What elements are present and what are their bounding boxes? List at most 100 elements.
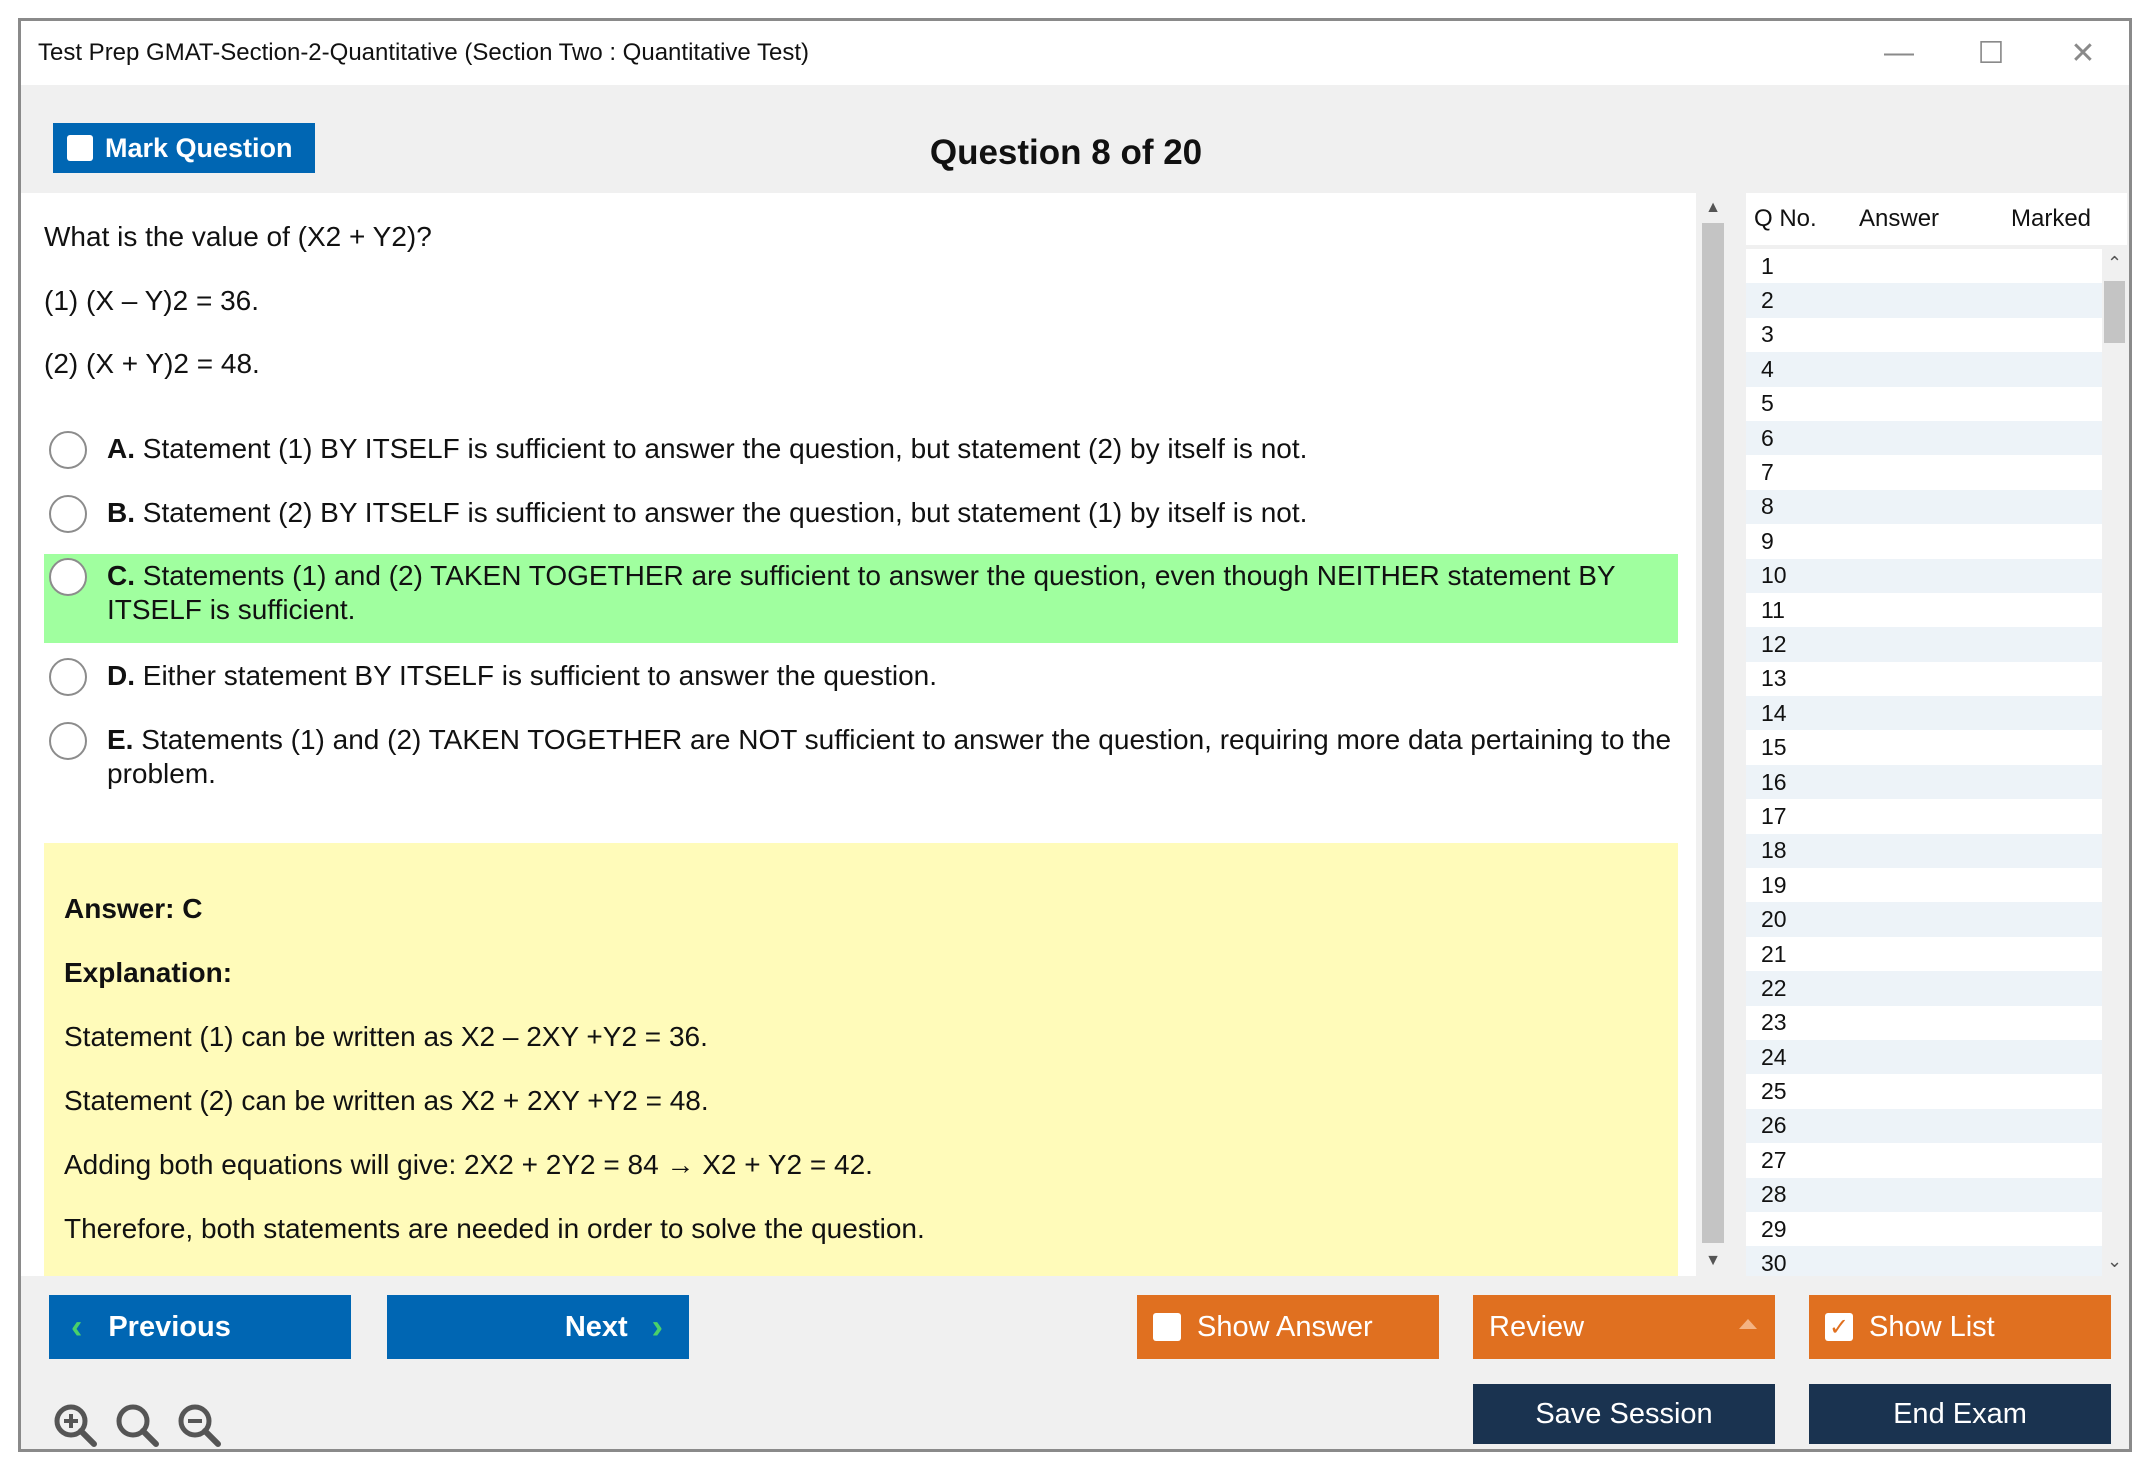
question-list-row[interactable]: 21 xyxy=(1746,937,2102,971)
question-list-row[interactable]: 11 xyxy=(1746,593,2102,627)
save-session-button[interactable]: Save Session xyxy=(1473,1384,1775,1444)
answer-explanation-box: Answer: C Explanation: Statement (1) can… xyxy=(44,843,1678,1276)
question-list-row[interactable]: 18 xyxy=(1746,833,2102,869)
question-list-row[interactable]: 5 xyxy=(1746,387,2102,421)
column-header-qno[interactable]: Q No. xyxy=(1754,205,1817,233)
option-d-radio[interactable] xyxy=(49,658,87,696)
option-e-radio[interactable] xyxy=(49,722,87,760)
question-number: 7 xyxy=(1761,459,1774,486)
question-list-row[interactable]: 6 xyxy=(1746,420,2102,456)
chevron-left-icon: ‹ xyxy=(71,1307,83,1346)
show-answer-button[interactable]: Show Answer xyxy=(1137,1295,1439,1359)
option-b-radio[interactable] xyxy=(49,495,87,533)
option-c-radio[interactable] xyxy=(49,558,87,596)
review-button[interactable]: Review xyxy=(1473,1295,1775,1359)
explanation-line: Therefore, both statements are needed in… xyxy=(64,1213,925,1244)
show-list-checkbox-checked-icon[interactable]: ✓ xyxy=(1825,1313,1853,1341)
question-number: 25 xyxy=(1761,1078,1787,1105)
question-number: 30 xyxy=(1761,1250,1787,1276)
option-a[interactable]: A. Statement (1) BY ITSELF is sufficient… xyxy=(44,429,1678,481)
explanation-line: Adding both equations will give: 2X2 + 2… xyxy=(64,1149,873,1180)
question-list-row[interactable]: 4 xyxy=(1746,352,2102,387)
question-number: 24 xyxy=(1761,1043,1787,1070)
question-list-row[interactable]: 8 xyxy=(1746,489,2102,525)
maximize-button[interactable]: ☐ xyxy=(1945,21,2037,85)
review-label: Review xyxy=(1489,1310,1585,1343)
question-list-row[interactable]: 3 xyxy=(1746,318,2102,352)
question-list-row[interactable]: 26 xyxy=(1746,1108,2102,1144)
show-answer-checkbox[interactable] xyxy=(1153,1313,1181,1341)
question-list-row[interactable]: 16 xyxy=(1746,764,2102,800)
question-list-scrollbar[interactable]: ⌃ ⌄ xyxy=(2102,249,2127,1276)
scrollbar-thumb[interactable] xyxy=(1702,223,1724,1243)
chevron-up-icon[interactable]: ⌃ xyxy=(2102,253,2127,274)
question-list-row[interactable]: 25 xyxy=(1746,1074,2102,1108)
show-list-button[interactable]: ✓ Show List xyxy=(1809,1295,2111,1359)
option-a-text: A. Statement (1) BY ITSELF is sufficient… xyxy=(107,433,1308,464)
question-list-row[interactable]: 24 xyxy=(1746,1039,2102,1075)
question-number: 12 xyxy=(1761,630,1787,657)
question-list-row[interactable]: 14 xyxy=(1746,696,2102,731)
question-panel: What is the value of (X2 + Y2)? (1) (X –… xyxy=(21,193,1696,1276)
question-list-row[interactable]: 12 xyxy=(1746,627,2102,662)
question-list-row[interactable]: 20 xyxy=(1746,902,2102,937)
question-number: 6 xyxy=(1761,424,1774,451)
question-list-panel: Q No. Answer Marked 1 2 3 4 5 6 7 8 9 10 11 12 13 14 1… xyxy=(1730,193,2129,1276)
title-bar: Test Prep GMAT-Section-2-Quantitative (S… xyxy=(21,21,2129,85)
question-number: 19 xyxy=(1761,871,1787,898)
question-list-row[interactable]: 15 xyxy=(1746,730,2102,764)
app-window: Test Prep GMAT-Section-2-Quantitative (S… xyxy=(18,18,2132,1452)
chevron-right-icon: › xyxy=(651,1307,663,1346)
zoom-out-icon[interactable] xyxy=(175,1401,223,1449)
column-header-marked[interactable]: Marked xyxy=(2011,205,2091,233)
chevron-down-icon[interactable]: ⌄ xyxy=(2102,1251,2127,1272)
option-c-text: C. Statements (1) and (2) TAKEN TOGETHER… xyxy=(107,560,1616,625)
question-list-row[interactable]: 10 xyxy=(1746,558,2102,593)
next-button[interactable]: Next › xyxy=(387,1295,689,1359)
question-scrollbar[interactable]: ▲ ▼ xyxy=(1696,193,1730,1276)
list-scrollbar-thumb[interactable] xyxy=(2104,281,2125,343)
question-list-row[interactable]: 28 xyxy=(1746,1177,2102,1212)
question-number: 26 xyxy=(1761,1112,1787,1139)
answer-line: Answer: C xyxy=(64,893,203,924)
question-number: 10 xyxy=(1761,562,1787,589)
show-answer-label: Show Answer xyxy=(1197,1310,1373,1343)
question-number: 3 xyxy=(1761,321,1774,348)
scroll-down-arrow-icon[interactable]: ▼ xyxy=(1696,1252,1730,1270)
option-b-text: B. Statement (2) BY ITSELF is sufficient… xyxy=(107,497,1308,528)
question-list-row[interactable]: 29 xyxy=(1746,1212,2102,1246)
question-number: 5 xyxy=(1761,390,1774,417)
zoom-reset-icon[interactable] xyxy=(113,1401,161,1449)
question-list-row[interactable]: 13 xyxy=(1746,662,2102,696)
minimize-button[interactable]: — xyxy=(1853,21,1945,85)
option-c[interactable]: C. Statements (1) and (2) TAKEN TOGETHER… xyxy=(44,554,1678,643)
question-list-row[interactable]: 9 xyxy=(1746,524,2102,558)
option-d[interactable]: D. Either statement BY ITSELF is suffici… xyxy=(44,656,1678,708)
question-number: 8 xyxy=(1761,493,1774,520)
zoom-controls xyxy=(51,1401,223,1449)
question-number: 18 xyxy=(1761,837,1787,864)
end-exam-button[interactable]: End Exam xyxy=(1809,1384,2111,1444)
previous-button[interactable]: ‹ Previous xyxy=(49,1295,351,1359)
close-button[interactable]: ✕ xyxy=(2037,21,2129,85)
explanation-line: Statement (1) can be written as X2 – 2XY… xyxy=(64,1021,708,1052)
zoom-in-icon[interactable] xyxy=(51,1401,99,1449)
option-e[interactable]: E. Statements (1) and (2) TAKEN TOGETHER… xyxy=(44,720,1678,800)
explanation-line: Statement (2) can be written as X2 + 2XY… xyxy=(64,1085,709,1116)
option-a-radio[interactable] xyxy=(49,431,87,469)
question-list-row[interactable]: 1 xyxy=(1746,249,2102,283)
question-list-row[interactable]: 27 xyxy=(1746,1143,2102,1177)
question-list-row[interactable]: 19 xyxy=(1746,868,2102,902)
statement-1: (1) (X – Y)2 = 36. xyxy=(44,285,260,316)
question-list-row[interactable]: 17 xyxy=(1746,799,2102,833)
question-number: 11 xyxy=(1761,596,1785,623)
question-list-row[interactable]: 7 xyxy=(1746,455,2102,489)
question-list-row[interactable]: 2 xyxy=(1746,283,2102,318)
column-header-answer[interactable]: Answer xyxy=(1859,205,1939,233)
question-list-row[interactable]: 23 xyxy=(1746,1006,2102,1040)
scroll-up-arrow-icon[interactable]: ▲ xyxy=(1696,199,1730,217)
question-list-row[interactable]: 30 xyxy=(1746,1246,2102,1276)
question-list-row[interactable]: 22 xyxy=(1746,971,2102,1006)
question-number: 23 xyxy=(1761,1009,1787,1036)
option-b[interactable]: B. Statement (2) BY ITSELF is sufficient… xyxy=(44,493,1678,545)
